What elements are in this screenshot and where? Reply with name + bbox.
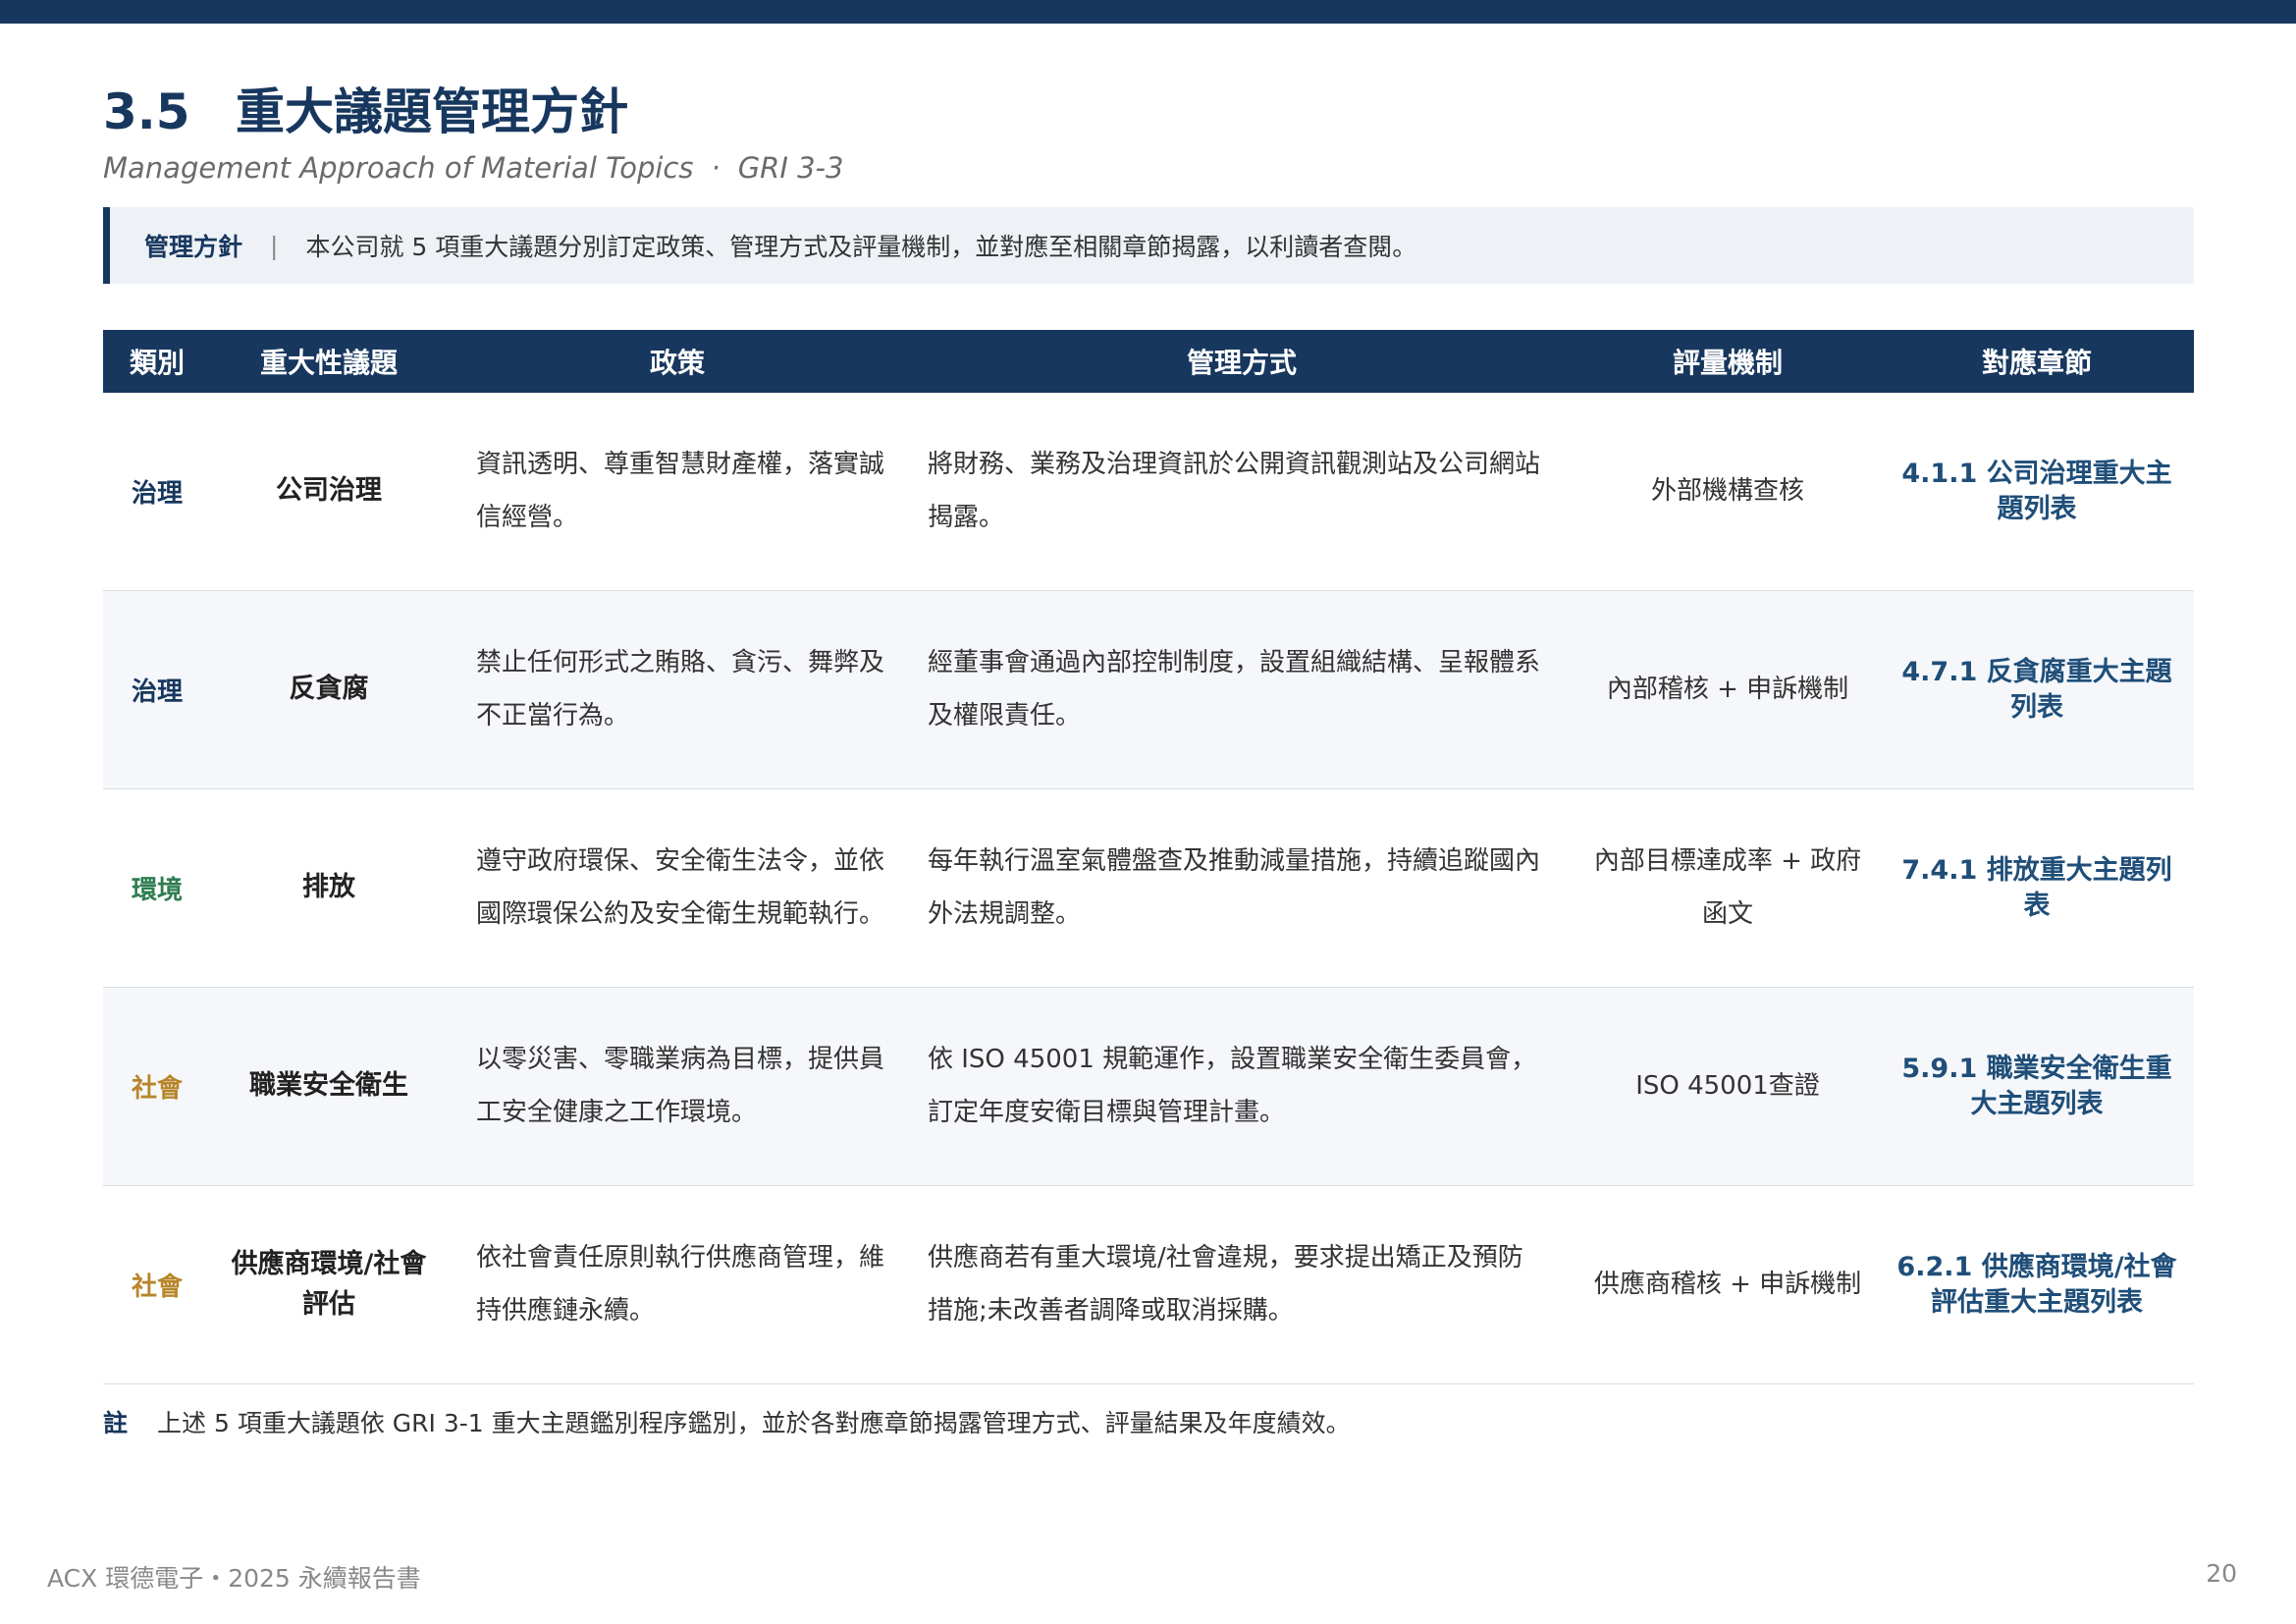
row-topic: 反貪腐 xyxy=(289,674,369,705)
approach-text: 本公司就 5 項重大議題分別訂定政策、管理方式及評量機制，並對應至相關章節揭露，… xyxy=(305,233,1417,261)
row-category: 社會 xyxy=(131,1074,183,1104)
row-policy: 以零災害、零職業病為目標，提供員工安全健康之工作環境。 xyxy=(476,1045,885,1127)
section-subtitle: Management Approach of Material Topics · G… xyxy=(103,151,843,186)
table-row: 社會 供應商環境/社會評估 依社會責任原則執行供應商管理，維持供應鏈永續。 供應… xyxy=(103,1186,2194,1384)
material-topics-table: 類別 重大性議題 政策 管理方式 評量機制 對應章節 治理 公司治理 資訊透明、… xyxy=(103,330,2194,1384)
row-category: 治理 xyxy=(131,479,183,509)
approach-divider: | xyxy=(270,231,279,260)
row-policy: 遵守政府環保、安全衛生法令，並依國際環保公約及安全衛生規範執行。 xyxy=(476,846,885,929)
row-topic: 職業安全衛生 xyxy=(249,1070,408,1102)
row-evaluation: 內部目標達成率 + 政府函文 xyxy=(1593,846,1862,929)
table-row: 治理 公司治理 資訊透明、尊重智慧財產權，落實誠信經營。 將財務、業務及治理資訊… xyxy=(103,393,2194,591)
section-title: 3.5 重大議題管理方針 xyxy=(103,82,628,141)
row-chapter-link[interactable]: 5.9.1 職業安全衛生重大主題列表 xyxy=(1880,1052,2194,1120)
row-management: 將財務、業務及治理資訊於公開資訊觀測站及公司網站揭露。 xyxy=(928,450,1541,532)
row-management: 經董事會通過內部控制制度，設置組織結構、呈報體系及權限責任。 xyxy=(928,648,1541,731)
header-evaluation: 評量機制 xyxy=(1672,347,1783,379)
subtitle-text: Management Approach of Material Topics xyxy=(103,151,694,185)
page-number: 20 xyxy=(2206,1559,2237,1588)
approach-label: 管理方針 xyxy=(144,233,243,261)
row-category: 社會 xyxy=(131,1272,183,1302)
top-accent-bar xyxy=(0,0,2296,24)
row-policy: 資訊透明、尊重智慧財產權，落實誠信經營。 xyxy=(476,450,885,532)
row-evaluation: 內部稽核 + 申訴機制 xyxy=(1606,674,1849,704)
section-heading: 重大議題管理方針 xyxy=(236,83,628,140)
row-policy: 禁止任何形式之賄賂、貪污、舞弊及不正當行為。 xyxy=(476,648,885,731)
row-chapter-link[interactable]: 7.4.1 排放重大主題列表 xyxy=(1880,853,2194,922)
row-topic: 公司治理 xyxy=(276,475,382,507)
row-topic: 排放 xyxy=(302,872,355,903)
table-row: 治理 反貪腐 禁止任何形式之賄賂、貪污、舞弊及不正當行為。 經董事會通過內部控制… xyxy=(103,591,2194,789)
row-category: 環境 xyxy=(131,876,183,905)
row-chapter-link[interactable]: 6.2.1 供應商環境/社會評估重大主題列表 xyxy=(1880,1250,2194,1319)
header-policy: 政策 xyxy=(649,347,705,379)
table-row: 社會 職業安全衛生 以零災害、零職業病為目標，提供員工安全健康之工作環境。 依 … xyxy=(103,988,2194,1186)
row-management: 供應商若有重大環境/社會違規，要求提出矯正及預防措施;未改善者調降或取消採購。 xyxy=(928,1243,1523,1326)
header-chapter: 對應章節 xyxy=(1981,347,2092,379)
row-chapter-link[interactable]: 4.7.1 反貪腐重大主題列表 xyxy=(1880,655,2194,724)
row-evaluation: ISO 45001查證 xyxy=(1635,1070,1820,1101)
footnote-mark: 註 xyxy=(103,1409,129,1437)
footnote-text: 上述 5 項重大議題依 GRI 3-1 重大主題鑑別程序鑑別，並於各對應章節揭露… xyxy=(157,1409,1351,1437)
row-evaluation: 外部機構查核 xyxy=(1650,475,1804,506)
header-category: 類別 xyxy=(129,347,185,379)
header-management: 管理方式 xyxy=(1186,347,1297,379)
header-topic: 重大性議題 xyxy=(259,347,398,379)
table-header: 類別 重大性議題 政策 管理方式 評量機制 對應章節 xyxy=(103,330,2194,393)
row-evaluation: 供應商稽核 + 申訴機制 xyxy=(1593,1269,1862,1299)
row-category: 治理 xyxy=(131,677,183,707)
gri-reference: GRI 3-3 xyxy=(737,151,844,185)
row-chapter-link[interactable]: 4.1.1 公司治理重大主題列表 xyxy=(1880,457,2194,525)
row-topic: 供應商環境/社會評估 xyxy=(231,1249,427,1320)
row-policy: 依社會責任原則執行供應商管理，維持供應鏈永續。 xyxy=(476,1243,885,1326)
table-footnote: 註上述 5 項重大議題依 GRI 3-1 重大主題鑑別程序鑑別，並於各對應章節揭… xyxy=(103,1404,1351,1439)
row-management: 每年執行溫室氣體盤查及推動減量措施，持續追蹤國內外法規調整。 xyxy=(928,846,1541,929)
table-row: 環境 排放 遵守政府環保、安全衛生法令，並依國際環保公約及安全衛生規範執行。 每… xyxy=(103,789,2194,988)
management-approach-callout: 管理方針 | 本公司就 5 項重大議題分別訂定政策、管理方式及評量機制，並對應至… xyxy=(103,207,2194,284)
row-management: 依 ISO 45001 規範運作，設置職業安全衛生委員會，訂定年度安衛目標與管理… xyxy=(928,1045,1537,1127)
section-number: 3.5 xyxy=(103,83,190,140)
subtitle-separator: · xyxy=(711,151,721,185)
footer-report-name: ACX 環德電子・2025 永續報告書 xyxy=(47,1564,421,1593)
